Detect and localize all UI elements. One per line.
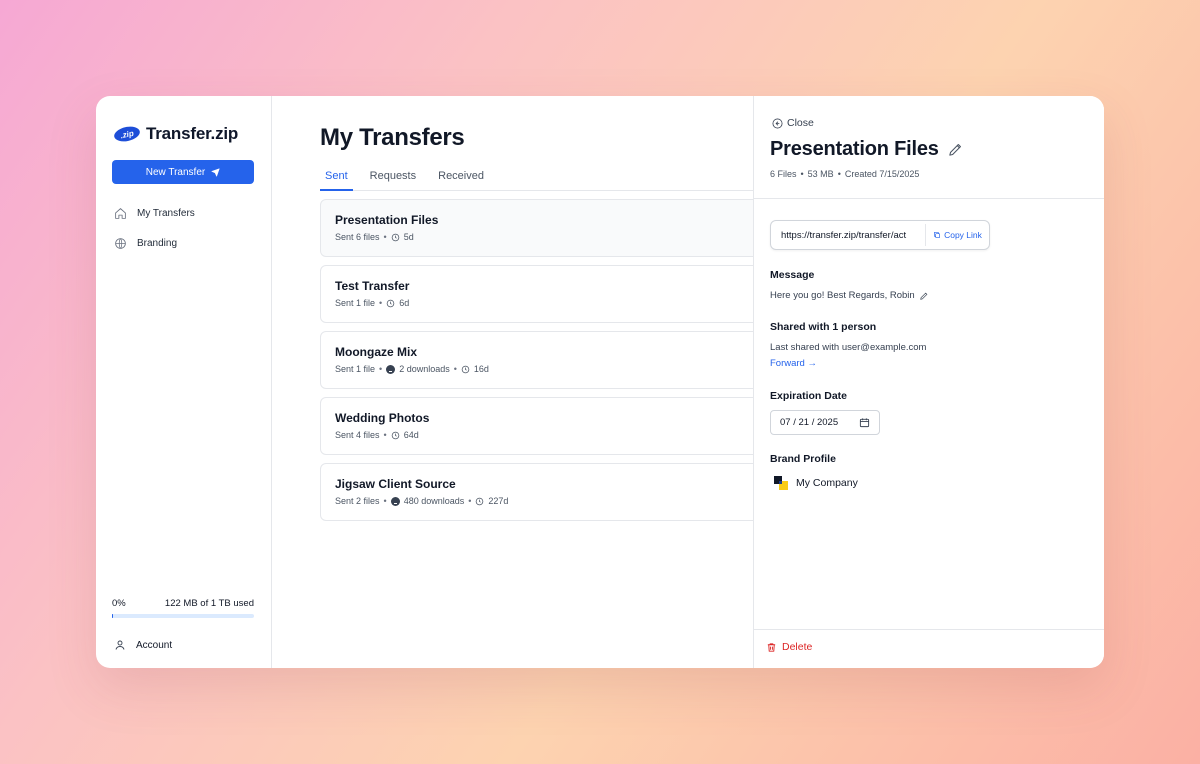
transfer-sent: Sent 2 files bbox=[335, 496, 380, 506]
download-icon bbox=[390, 496, 400, 506]
sidebar-item-label: Branding bbox=[137, 238, 178, 249]
message-heading: Message bbox=[770, 269, 815, 281]
brand-logo-icon bbox=[774, 476, 788, 490]
tab-sent[interactable]: Sent bbox=[320, 166, 353, 191]
transfer-title: Test Transfer bbox=[335, 279, 410, 293]
logo-text: Transfer.zip bbox=[146, 124, 239, 143]
trash-icon bbox=[767, 642, 776, 652]
clock-icon bbox=[391, 431, 399, 439]
download-icon bbox=[386, 364, 396, 374]
transfer-summary: 6 Files • 53 MB • Created 7/15/2025 bbox=[770, 169, 920, 179]
storage-usage: 0% 122 MB of 1 TB used bbox=[112, 598, 254, 618]
close-button[interactable]: Close bbox=[772, 117, 814, 129]
created-date: Created 7/15/2025 bbox=[844, 169, 920, 179]
file-size: 53 MB bbox=[807, 169, 834, 179]
transfer-card[interactable]: Moongaze Mix Sent 1 file • 2 downloads •… bbox=[320, 331, 754, 389]
share-link-box: https://transfer.zip/transfer/act Copy L… bbox=[770, 220, 990, 250]
expiration-date-input[interactable]: 07 / 21 / 2025 bbox=[770, 410, 880, 435]
sidebar-item-label: My Transfers bbox=[137, 208, 195, 219]
tab-requests[interactable]: Requests bbox=[365, 166, 421, 191]
transfer-meta: Sent 6 files • 5d bbox=[335, 232, 414, 242]
transfer-meta: Sent 1 file • 6d bbox=[335, 298, 410, 308]
account-button[interactable]: Account bbox=[114, 639, 172, 651]
globe-icon bbox=[115, 238, 126, 249]
new-transfer-label: New Transfer bbox=[145, 166, 206, 178]
usage-percent: 0% bbox=[112, 598, 126, 609]
transfer-age: 64d bbox=[403, 430, 419, 440]
transfer-sent: Sent 1 file bbox=[335, 364, 376, 374]
transfer-detail-panel: Close Presentation Files 6 Files • 53 MB… bbox=[753, 96, 1104, 668]
transfer-title: Presentation Files bbox=[335, 213, 439, 227]
clock-icon bbox=[476, 497, 484, 505]
logo[interactable]: .zip Transfer.zip bbox=[112, 124, 239, 144]
delete-label: Delete bbox=[782, 641, 813, 653]
send-icon bbox=[211, 167, 220, 177]
transfer-meta: Sent 2 files • 480 downloads • 227d bbox=[335, 496, 509, 506]
transfer-age: 16d bbox=[473, 364, 489, 374]
transfer-meta: Sent 4 files • 64d bbox=[335, 430, 419, 440]
divider bbox=[754, 198, 1104, 199]
transfer-downloads: 2 downloads bbox=[399, 364, 450, 374]
close-label: Close bbox=[787, 117, 814, 129]
clock-icon bbox=[391, 233, 399, 241]
transfer-title: Moongaze Mix bbox=[335, 345, 418, 359]
transfer-card[interactable]: Presentation Files Sent 6 files • 5d bbox=[320, 199, 754, 257]
copy-icon bbox=[934, 232, 941, 238]
transfer-name: Presentation Files bbox=[770, 138, 939, 160]
expiration-date-value: 07 / 21 / 2025 bbox=[780, 417, 839, 428]
usage-amount: 122 MB of 1 TB used bbox=[164, 598, 254, 609]
sidebar-item-branding[interactable]: Branding bbox=[114, 237, 177, 250]
message-text: Here you go! Best Regards, Robin bbox=[770, 290, 915, 301]
copy-link-button[interactable]: Copy Link bbox=[925, 224, 989, 246]
transfer-sent: Sent 1 file bbox=[335, 298, 376, 308]
pencil-icon[interactable] bbox=[947, 141, 964, 158]
calendar-icon[interactable] bbox=[859, 417, 870, 428]
brand-profile-selector[interactable]: My Company bbox=[774, 476, 858, 490]
transfer-age: 5d bbox=[403, 232, 414, 242]
brand-name: My Company bbox=[796, 477, 858, 489]
copy-link-label: Copy Link bbox=[944, 230, 982, 240]
app-window: .zip Transfer.zip New Transfer My Transf… bbox=[96, 96, 1104, 668]
transfer-list: Presentation Files Sent 6 files • 5d Tes… bbox=[320, 199, 754, 529]
transfer-card[interactable]: Test Transfer Sent 1 file • 6d bbox=[320, 265, 754, 323]
delete-button[interactable]: Delete bbox=[766, 641, 812, 653]
transfer-title: Wedding Photos bbox=[335, 411, 430, 425]
account-label: Account bbox=[136, 639, 173, 651]
forward-link[interactable]: Forward → bbox=[770, 358, 817, 369]
transfer-title: Jigsaw Client Source bbox=[335, 477, 456, 491]
logo-mark: .zip bbox=[112, 124, 142, 144]
transfer-card[interactable]: Jigsaw Client Source Sent 2 files • 480 … bbox=[320, 463, 754, 521]
transfer-age: 227d bbox=[488, 496, 509, 506]
main-content: My Transfers Sent Requests Received Pres… bbox=[272, 96, 754, 668]
sidebar: .zip Transfer.zip New Transfer My Transf… bbox=[96, 96, 272, 668]
new-transfer-button[interactable]: New Transfer bbox=[112, 160, 254, 184]
tab-received[interactable]: Received bbox=[433, 166, 489, 191]
transfer-sent: Sent 4 files bbox=[335, 430, 380, 440]
sidebar-item-my-transfers[interactable]: My Transfers bbox=[114, 207, 195, 220]
brand-profile-heading: Brand Profile bbox=[770, 453, 836, 465]
shared-heading: Shared with 1 person bbox=[770, 321, 877, 333]
usage-bar bbox=[112, 614, 254, 618]
transfer-sent: Sent 6 files bbox=[335, 232, 380, 242]
tab-bar: Sent Requests Received bbox=[320, 166, 754, 191]
home-icon bbox=[115, 208, 126, 219]
transfer-meta: Sent 1 file • 2 downloads • 16d bbox=[335, 364, 489, 374]
arrow-left-circle-icon bbox=[772, 118, 783, 128]
shared-text: Last shared with user@example.com bbox=[770, 342, 927, 353]
transfer-card[interactable]: Wedding Photos Sent 4 files • 64d bbox=[320, 397, 754, 455]
user-icon bbox=[115, 640, 125, 650]
transfer-downloads: 480 downloads bbox=[403, 496, 465, 506]
panel-title: Presentation Files bbox=[770, 138, 964, 161]
pencil-icon[interactable] bbox=[919, 291, 929, 301]
expiration-heading: Expiration Date bbox=[770, 390, 848, 402]
transfer-age: 6d bbox=[399, 298, 410, 308]
message-row: Here you go! Best Regards, Robin bbox=[770, 290, 929, 301]
page-title: My Transfers bbox=[320, 124, 465, 151]
clock-icon bbox=[386, 299, 395, 307]
clock-icon bbox=[461, 365, 470, 373]
divider bbox=[754, 629, 1104, 630]
file-count: 6 Files bbox=[770, 169, 797, 179]
share-link-input[interactable]: https://transfer.zip/transfer/act bbox=[771, 230, 925, 241]
